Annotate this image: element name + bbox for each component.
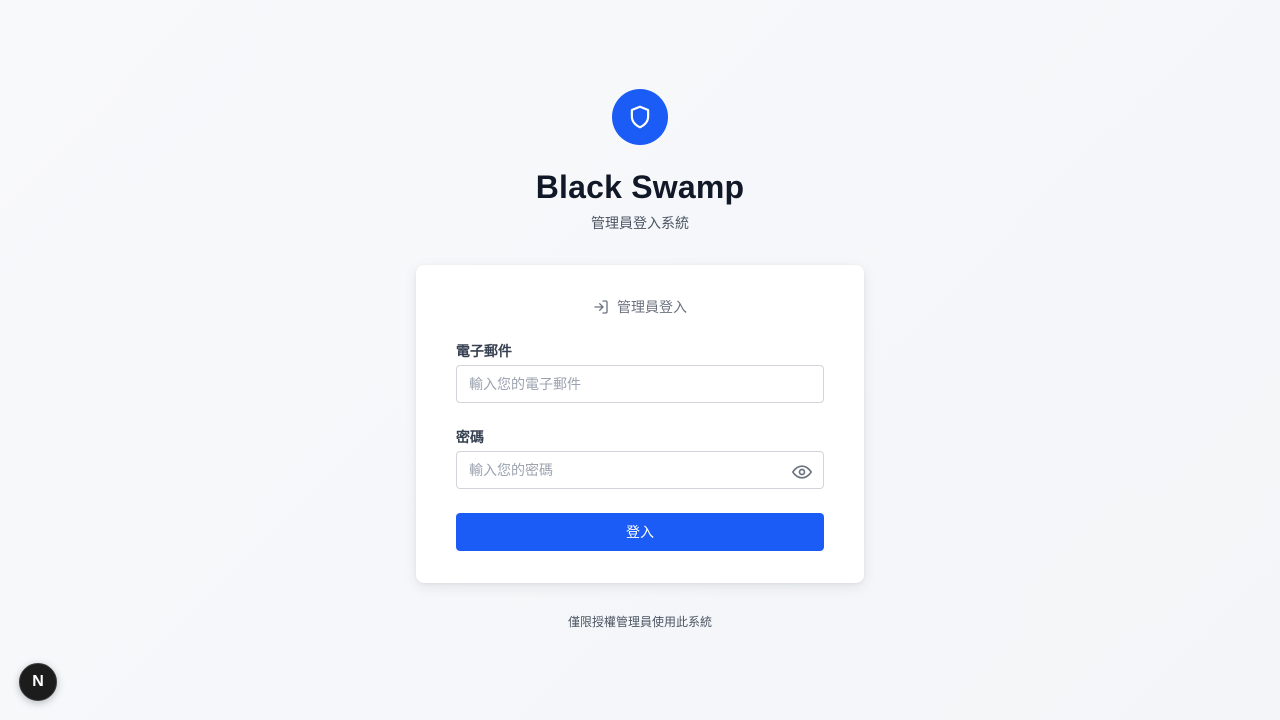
email-label: 電子郵件 — [456, 343, 512, 359]
email-field[interactable] — [456, 365, 824, 403]
password-label: 密碼 — [456, 429, 484, 445]
eye-icon — [792, 465, 812, 479]
dev-tools-badge[interactable]: N — [19, 663, 57, 701]
authorized-use-note: 僅限授權管理員使用此系統 — [567, 615, 712, 629]
app-title: Black Swamp — [535, 169, 745, 205]
password-field[interactable] — [456, 451, 824, 489]
dev-badge-label: N — [32, 673, 44, 690]
login-arrow-icon — [593, 299, 609, 315]
show-password-button[interactable] — [790, 460, 814, 484]
brand-logo — [612, 89, 668, 145]
card-header-label: 管理員登入 — [617, 299, 687, 315]
card-header: 管理員登入 — [416, 297, 864, 317]
login-card: 管理員登入 電子郵件 密碼 登入 — [416, 265, 864, 583]
shield-icon — [630, 105, 650, 129]
login-button[interactable]: 登入 — [456, 513, 824, 551]
app-subtitle: 管理員登入系統 — [591, 215, 689, 231]
